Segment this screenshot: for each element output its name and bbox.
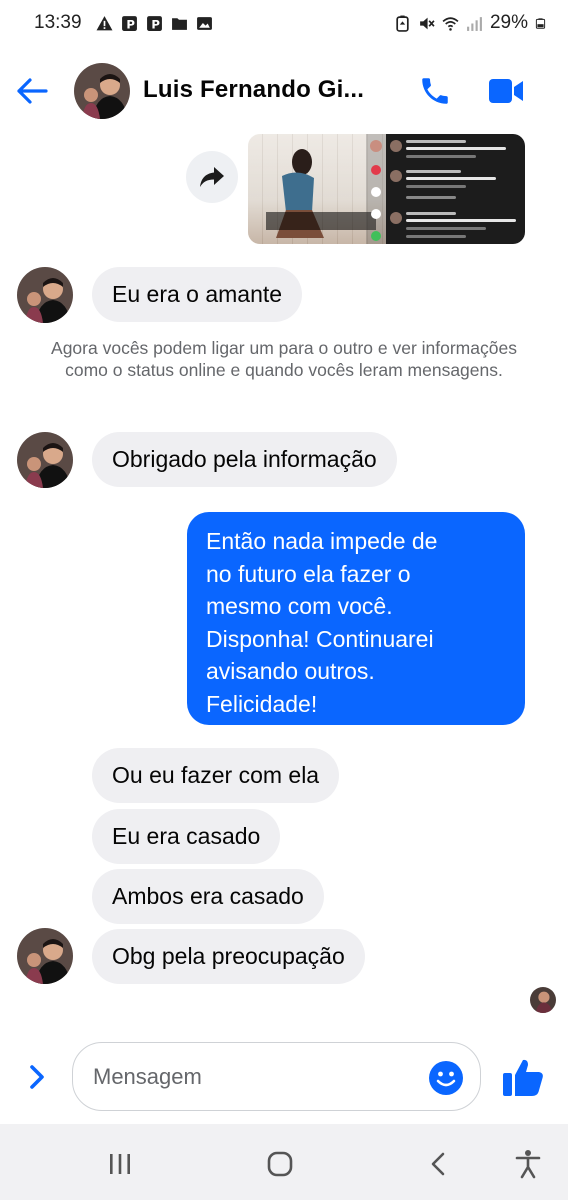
folder-icon <box>171 17 187 30</box>
share-arrow-icon <box>200 167 224 187</box>
incoming-message[interactable]: Obrigado pela informação <box>92 432 397 487</box>
parking-icon: P <box>146 15 162 31</box>
avatar-photo <box>74 63 130 119</box>
read-receipt-avatar <box>530 987 556 1013</box>
avatar-photo <box>17 928 73 984</box>
incoming-message[interactable]: Ambos era casado <box>92 869 324 924</box>
contact-avatar[interactable] <box>74 63 130 119</box>
contact-avatar-small[interactable] <box>17 267 73 323</box>
accessibility-icon <box>515 1150 541 1179</box>
contact-avatar-small[interactable] <box>17 432 73 488</box>
video-call-button[interactable] <box>486 72 526 110</box>
image-reaction-strip <box>366 134 386 244</box>
battery-saver-icon <box>396 15 409 32</box>
forward-button[interactable] <box>186 151 238 203</box>
incoming-message[interactable]: Eu era casado <box>92 809 281 864</box>
recent-apps-icon <box>110 1154 130 1174</box>
shared-image-photo <box>248 134 386 244</box>
expand-actions-button[interactable] <box>20 1060 54 1094</box>
shared-image-comments <box>386 134 525 244</box>
contact-avatar-small[interactable] <box>17 928 73 984</box>
accessibility-button[interactable] <box>508 1144 548 1184</box>
outgoing-message[interactable]: Então nada impede de no futuro ela fazer… <box>187 512 525 725</box>
avatar-photo <box>530 987 556 1013</box>
thumbs-up-icon[interactable] <box>501 1056 545 1098</box>
image-icon <box>196 16 212 30</box>
message-line: no futuro ela fazer o <box>206 560 411 587</box>
back-button[interactable] <box>14 74 50 108</box>
battery-icon <box>535 17 546 29</box>
chat-header: Luis Fernando Gi... <box>0 58 568 124</box>
recent-apps-button[interactable] <box>100 1144 140 1184</box>
incoming-message[interactable]: Eu era o amante <box>92 267 303 322</box>
system-navigation-bar <box>0 1124 568 1200</box>
phone-icon <box>422 78 448 104</box>
image-caption-overlay <box>266 212 376 230</box>
message-composer <box>72 1042 481 1111</box>
home-icon <box>267 1151 293 1177</box>
message-line: mesmo com você. <box>206 593 393 619</box>
audio-call-button[interactable] <box>416 72 454 110</box>
home-button[interactable] <box>260 1144 300 1184</box>
message-line: Então nada impede de <box>206 528 438 554</box>
signal-icon <box>467 16 482 31</box>
svg-text:P: P <box>126 17 135 31</box>
avatar-photo <box>17 267 73 323</box>
video-camera-icon <box>489 79 523 103</box>
message-line: avisando outros. <box>206 658 375 684</box>
battery-percent: 29% <box>489 12 528 33</box>
back-nav-button[interactable] <box>418 1144 458 1184</box>
warning-icon <box>96 15 113 30</box>
message-line: Disponha! Continuarei <box>206 625 434 652</box>
arrow-left-icon <box>17 78 48 104</box>
emoji-icon[interactable] <box>428 1060 464 1096</box>
status-time: 13:39 <box>34 12 82 33</box>
contact-name[interactable]: Luis Fernando Gi... <box>143 76 364 104</box>
mute-icon <box>420 17 435 29</box>
system-notice: Agora vocês podem ligar um para o outro … <box>51 338 517 380</box>
chevron-left-icon <box>431 1152 445 1176</box>
shared-image-attachment[interactable] <box>248 134 525 244</box>
svg-text:P: P <box>151 17 160 31</box>
status-bar: 13:39 P P 29% <box>0 0 568 46</box>
parking-icon: P <box>121 15 137 31</box>
avatar-photo <box>17 432 73 488</box>
wifi-icon <box>442 16 459 31</box>
incoming-message[interactable]: Ou eu fazer com ela <box>92 748 340 803</box>
incoming-message[interactable]: Obg pela preocupação <box>92 929 365 984</box>
message-input[interactable] <box>93 1059 423 1095</box>
message-line: Felicidade! <box>206 690 318 717</box>
chevron-right-icon <box>30 1065 44 1089</box>
